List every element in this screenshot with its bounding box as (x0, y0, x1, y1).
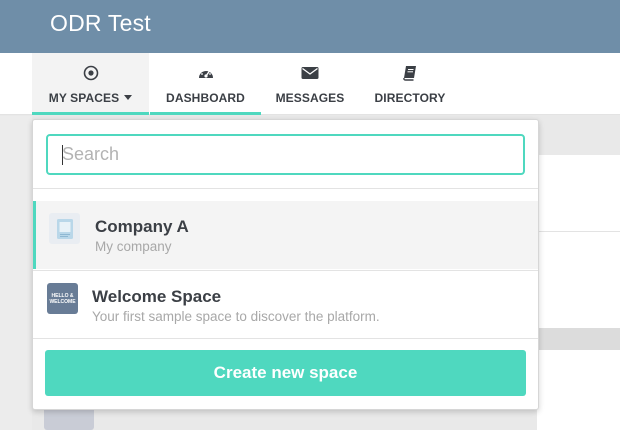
search-field[interactable] (46, 134, 525, 175)
nav-dashboard[interactable]: DASHBOARD (150, 53, 261, 115)
space-item-company-a[interactable]: Company A My company (33, 201, 538, 269)
create-new-space-button[interactable]: Create new space (45, 350, 526, 396)
app-header: ODR Test (0, 0, 620, 53)
space-description: Your first sample space to discover the … (92, 309, 380, 324)
caret-down-icon (124, 95, 133, 101)
nav-directory[interactable]: DIRECTORY (366, 53, 454, 115)
background-section-header (537, 328, 620, 350)
main-nav: MY SPACES DASHBOARD MESSAGES DIRECTORY (0, 53, 620, 115)
space-thumbnail: HELLO & WELCOME (47, 283, 78, 314)
space-name: Company A (95, 217, 189, 236)
my-spaces-dropdown: Company A My company HELLO & WELCOME Wel… (32, 119, 539, 410)
app-title: ODR Test (50, 10, 151, 36)
background-card (537, 155, 620, 232)
envelope-icon (301, 65, 319, 81)
nav-my-spaces[interactable]: MY SPACES (32, 53, 149, 115)
space-description: My company (95, 239, 172, 254)
search-input[interactable] (48, 136, 523, 173)
divider (33, 188, 538, 189)
text-cursor (62, 145, 63, 165)
nav-directory-label: DIRECTORY (374, 91, 446, 105)
background-card (537, 232, 620, 328)
space-item-welcome-space[interactable]: HELLO & WELCOME Welcome Space Your first… (33, 270, 538, 338)
nav-messages[interactable]: MESSAGES (268, 53, 352, 115)
background-card (537, 350, 620, 430)
nav-my-spaces-label: MY SPACES (48, 91, 120, 105)
nav-messages-label: MESSAGES (275, 91, 345, 105)
book-icon (401, 65, 419, 81)
space-name: Welcome Space (92, 287, 222, 306)
nav-dashboard-label: DASHBOARD (166, 91, 245, 105)
divider (33, 338, 538, 339)
document-icon (49, 213, 80, 244)
dashboard-gauge-icon (197, 65, 215, 81)
target-icon (82, 65, 100, 81)
background-left-column (0, 116, 32, 430)
